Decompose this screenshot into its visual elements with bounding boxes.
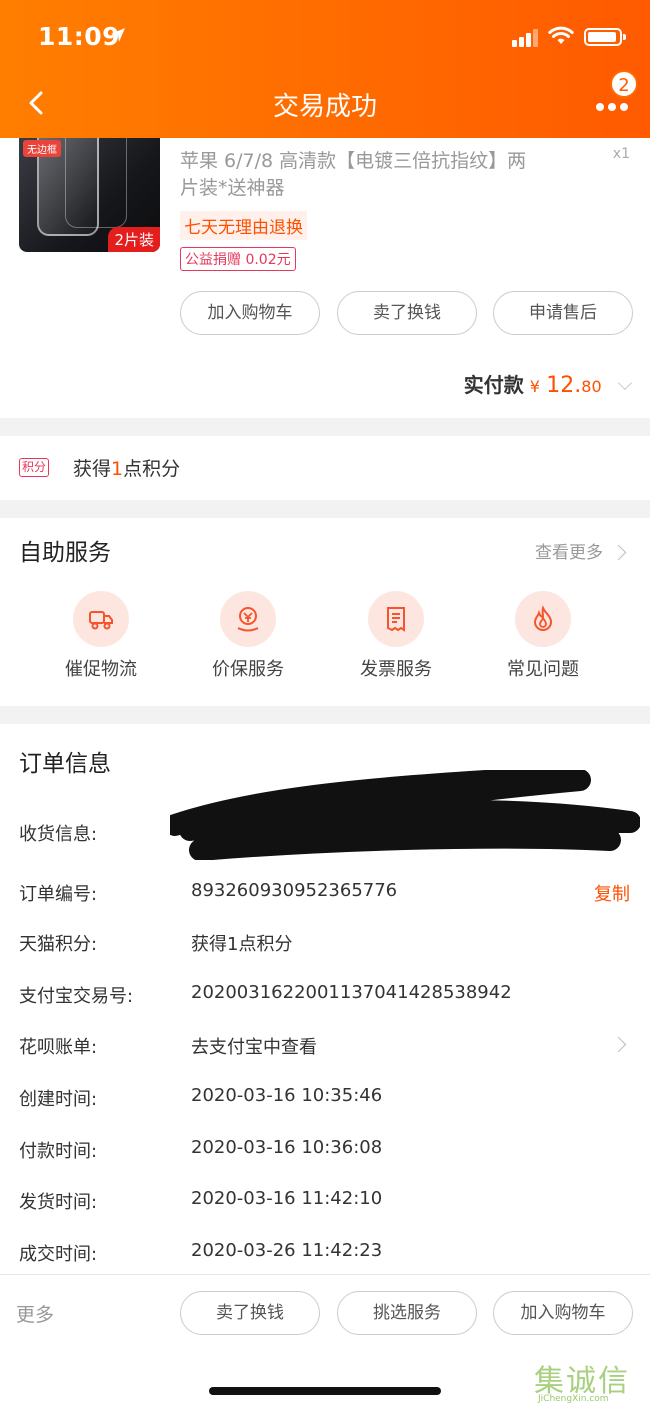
closed-time-label: 成交时间: [19,1244,98,1265]
message-badge: 2 [610,70,638,98]
tmall-points-value: 获得1点积分 [191,934,293,955]
add-to-cart-button[interactable]: 加入购物车 [180,291,320,335]
choose-service-button[interactable]: 挑选服务 [337,1291,477,1335]
cellular-signal-icon [512,28,540,47]
location-arrow-icon [111,28,125,42]
points-highlight: 1 [111,458,124,480]
huabei-bill-label: 花呗账单: [19,1037,98,1058]
copy-order-number-button[interactable]: 复制 [594,880,630,906]
product-card: 无边框 2片装 苹果 6/7/8 高清款【电镀三倍抗指纹】两片装*送神器 x1 … [0,138,650,418]
thumb-tag: 无边框 [23,140,61,157]
sell-for-cash-button[interactable]: 卖了换钱 [337,291,477,335]
product-thumbnail[interactable]: 无边框 2片装 [19,138,160,252]
return-policy-tag: 七天无理由退换 [180,211,307,240]
service-price-protect-label: 价保服务 [212,659,284,680]
alipay-trade-label: 支付宝交易号: [19,986,134,1007]
status-bar: 11:09 [0,0,650,78]
thumb-pieces-badge: 2片装 [108,227,160,252]
shipped-time-label: 发货时间: [19,1192,98,1213]
home-indicator[interactable] [209,1387,441,1395]
points-text: 获得1点积分 [73,454,180,481]
chevron-right-icon [610,544,627,561]
address-label: 收货信息: [19,824,98,845]
truck-icon [73,591,129,647]
order-number-value: 893260930952365776 [191,880,398,901]
order-info-title: 订单信息 [19,751,111,777]
price-protect-icon [220,591,276,647]
paid-time-value: 2020-03-16 10:36:08 [191,1137,383,1158]
points-suffix: 点积分 [123,458,181,480]
closed-time-value: 2020-03-26 11:42:23 [191,1240,383,1261]
product-title[interactable]: 苹果 6/7/8 高清款【电镀三倍抗指纹】两片装*送神器 [180,148,540,202]
header: 11:09 交易成功 2 [0,0,650,138]
more-menu-button[interactable] [596,96,636,111]
self-service-title: 自助服务 [19,540,111,566]
add-to-cart-button[interactable]: 加入购物车 [493,1291,633,1335]
huabei-bill-link[interactable]: 去支付宝中查看 [191,1033,317,1059]
screen-protector-illustration-2 [65,138,127,228]
fire-icon [515,591,571,647]
paid-label: 实付款 [463,373,524,397]
service-price-protect[interactable]: 价保服务 [193,591,303,681]
chevron-down-icon [617,375,633,391]
service-logistics-label: 催促物流 [65,659,137,680]
created-time-value: 2020-03-16 10:35:46 [191,1085,383,1106]
service-faq-label: 常见问题 [507,659,579,680]
shipped-time-value: 2020-03-16 11:42:10 [191,1188,383,1209]
paid-time-label: 付款时间: [19,1141,98,1162]
chevron-right-icon[interactable] [610,1036,627,1053]
alipay-trade-value: 2020031622001137041428538942 [191,982,512,1003]
service-invoice[interactable]: 发票服务 [341,591,451,681]
wifi-icon [548,26,574,44]
points-prefix: 获得 [73,458,112,480]
paid-decimal: 80 [581,377,602,396]
service-faq[interactable]: 常见问题 [488,591,598,681]
points-icon: 积分 [19,458,50,477]
view-more-label: 查看更多 [535,543,603,563]
charity-tag: 公益捐赠 0.02元 [180,247,296,271]
watermark-url: JiChengXin.com [538,1394,609,1404]
page-title: 交易成功 [272,92,377,122]
paid-amount-row[interactable]: 实付款 ¥ 12.80 [463,369,633,398]
redaction-scribble [170,770,640,860]
sell-for-cash-button[interactable]: 卖了换钱 [180,1291,320,1335]
after-sales-button[interactable]: 申请售后 [493,291,633,335]
paid-integer: 12. [546,373,582,398]
created-time-label: 创建时间: [19,1089,98,1110]
battery-icon [584,28,626,46]
self-service-card: 自助服务 查看更多 催促物流 价保服务 发票服务 常见问题 [0,518,650,706]
view-more-link[interactable]: 查看更多 [535,538,627,563]
invoice-icon [368,591,424,647]
more-actions-button[interactable]: 更多 [16,1300,54,1327]
watermark-logo: 集诚信 JiChengXin.com [530,1356,650,1406]
tmall-points-label: 天猫积分: [19,934,98,955]
status-time: 11:09 [38,22,121,51]
product-quantity: x1 [612,146,630,162]
service-logistics[interactable]: 催促物流 [46,591,156,681]
points-row: 积分 获得1点积分 [0,436,650,500]
service-invoice-label: 发票服务 [360,659,432,680]
paid-currency: ¥ [529,377,540,396]
order-number-label: 订单编号: [19,884,98,905]
